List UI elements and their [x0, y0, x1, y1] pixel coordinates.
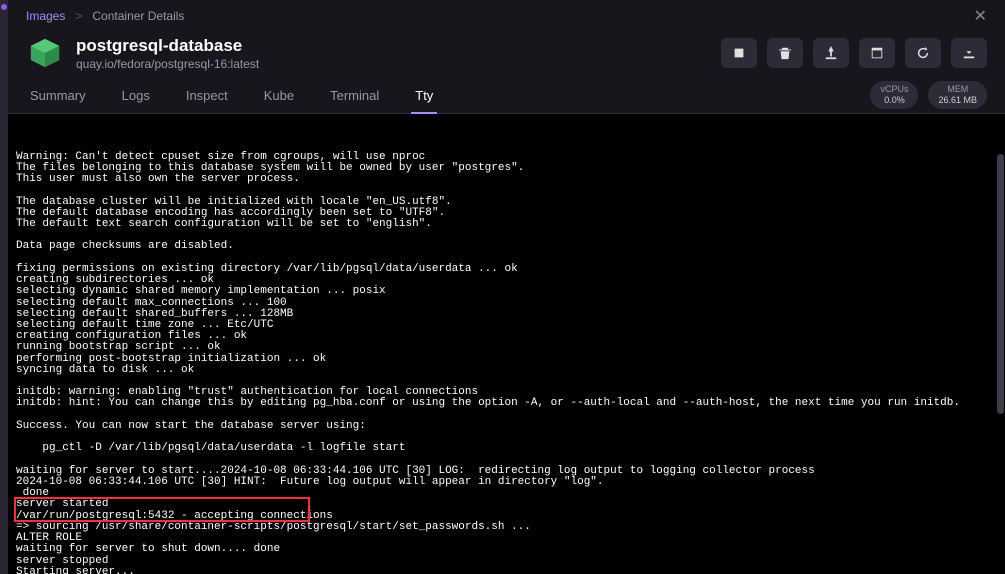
tab-logs[interactable]: Logs	[118, 80, 154, 113]
page-title: postgresql-database	[76, 36, 709, 56]
terminal-line: Success. You can now start the database …	[16, 421, 997, 432]
open-browser-button[interactable]	[859, 38, 895, 68]
sidebar-stripe	[0, 0, 8, 574]
cpu-stat: vCPUs 0.0%	[870, 81, 918, 109]
terminal-line: This user must also own the server proce…	[16, 174, 997, 185]
sidebar-indicator-dot	[1, 4, 7, 10]
terminal-line: syncing data to disk ... ok	[16, 365, 997, 376]
terminal-line: => sourcing /usr/share/container-scripts…	[16, 522, 997, 533]
terminal-line: running bootstrap script ... ok	[16, 342, 997, 353]
terminal-line: server stopped	[16, 556, 997, 567]
terminal-line: 2024-10-08 06:33:44.106 UTC [30] HINT: F…	[16, 477, 997, 488]
close-icon[interactable]: ✕	[974, 6, 987, 26]
breadcrumb-root-link[interactable]: Images	[26, 9, 65, 23]
terminal-line: done	[16, 488, 997, 499]
terminal-line: Starting server...	[16, 567, 997, 574]
cpu-label: vCPUs	[880, 84, 908, 95]
deploy-button[interactable]	[813, 38, 849, 68]
cpu-value: 0.0%	[880, 95, 908, 106]
container-cube-icon	[26, 34, 64, 72]
terminal-line	[16, 185, 997, 196]
terminal-line: selecting dynamic shared memory implemen…	[16, 286, 997, 297]
tab-inspect[interactable]: Inspect	[182, 80, 232, 113]
tab-kube[interactable]: Kube	[260, 80, 298, 113]
stop-button[interactable]	[721, 38, 757, 68]
mem-value: 26.61 MB	[938, 95, 977, 106]
tab-summary[interactable]: Summary	[26, 80, 90, 113]
terminal-line: waiting for server to shut down.... done	[16, 544, 997, 555]
breadcrumb: Images > Container Details	[26, 9, 184, 23]
terminal-line: pg_ctl -D /var/lib/pgsql/data/userdata -…	[16, 443, 997, 454]
tab-tty[interactable]: Tty	[411, 80, 437, 113]
tab-terminal[interactable]: Terminal	[326, 80, 383, 113]
breadcrumb-current: Container Details	[92, 9, 184, 23]
terminal-line: initdb: hint: You can change this by edi…	[16, 398, 997, 409]
terminal-line: The default text search configuration wi…	[16, 219, 997, 230]
scrollbar-thumb[interactable]	[997, 154, 1004, 414]
image-reference: quay.io/fedora/postgresql-16:latest	[76, 57, 709, 71]
terminal-line: Data page checksums are disabled.	[16, 241, 997, 252]
header: postgresql-database quay.io/fedora/postg…	[8, 30, 1005, 80]
action-buttons	[721, 38, 987, 68]
terminal-line: server started	[16, 499, 997, 510]
delete-button[interactable]	[767, 38, 803, 68]
mem-label: MEM	[938, 84, 977, 95]
restart-button[interactable]	[905, 38, 941, 68]
stats: vCPUs 0.0% MEM 26.61 MB	[870, 81, 987, 113]
chevron-right-icon: >	[75, 9, 82, 23]
breadcrumb-row: Images > Container Details ✕	[8, 0, 1005, 30]
tty-output[interactable]: Warning: Can't detect cpuset size from c…	[8, 114, 1005, 574]
export-button[interactable]	[951, 38, 987, 68]
mem-stat: MEM 26.61 MB	[928, 81, 987, 109]
tabs: Summary Logs Inspect Kube Terminal Tty v…	[8, 80, 1005, 114]
